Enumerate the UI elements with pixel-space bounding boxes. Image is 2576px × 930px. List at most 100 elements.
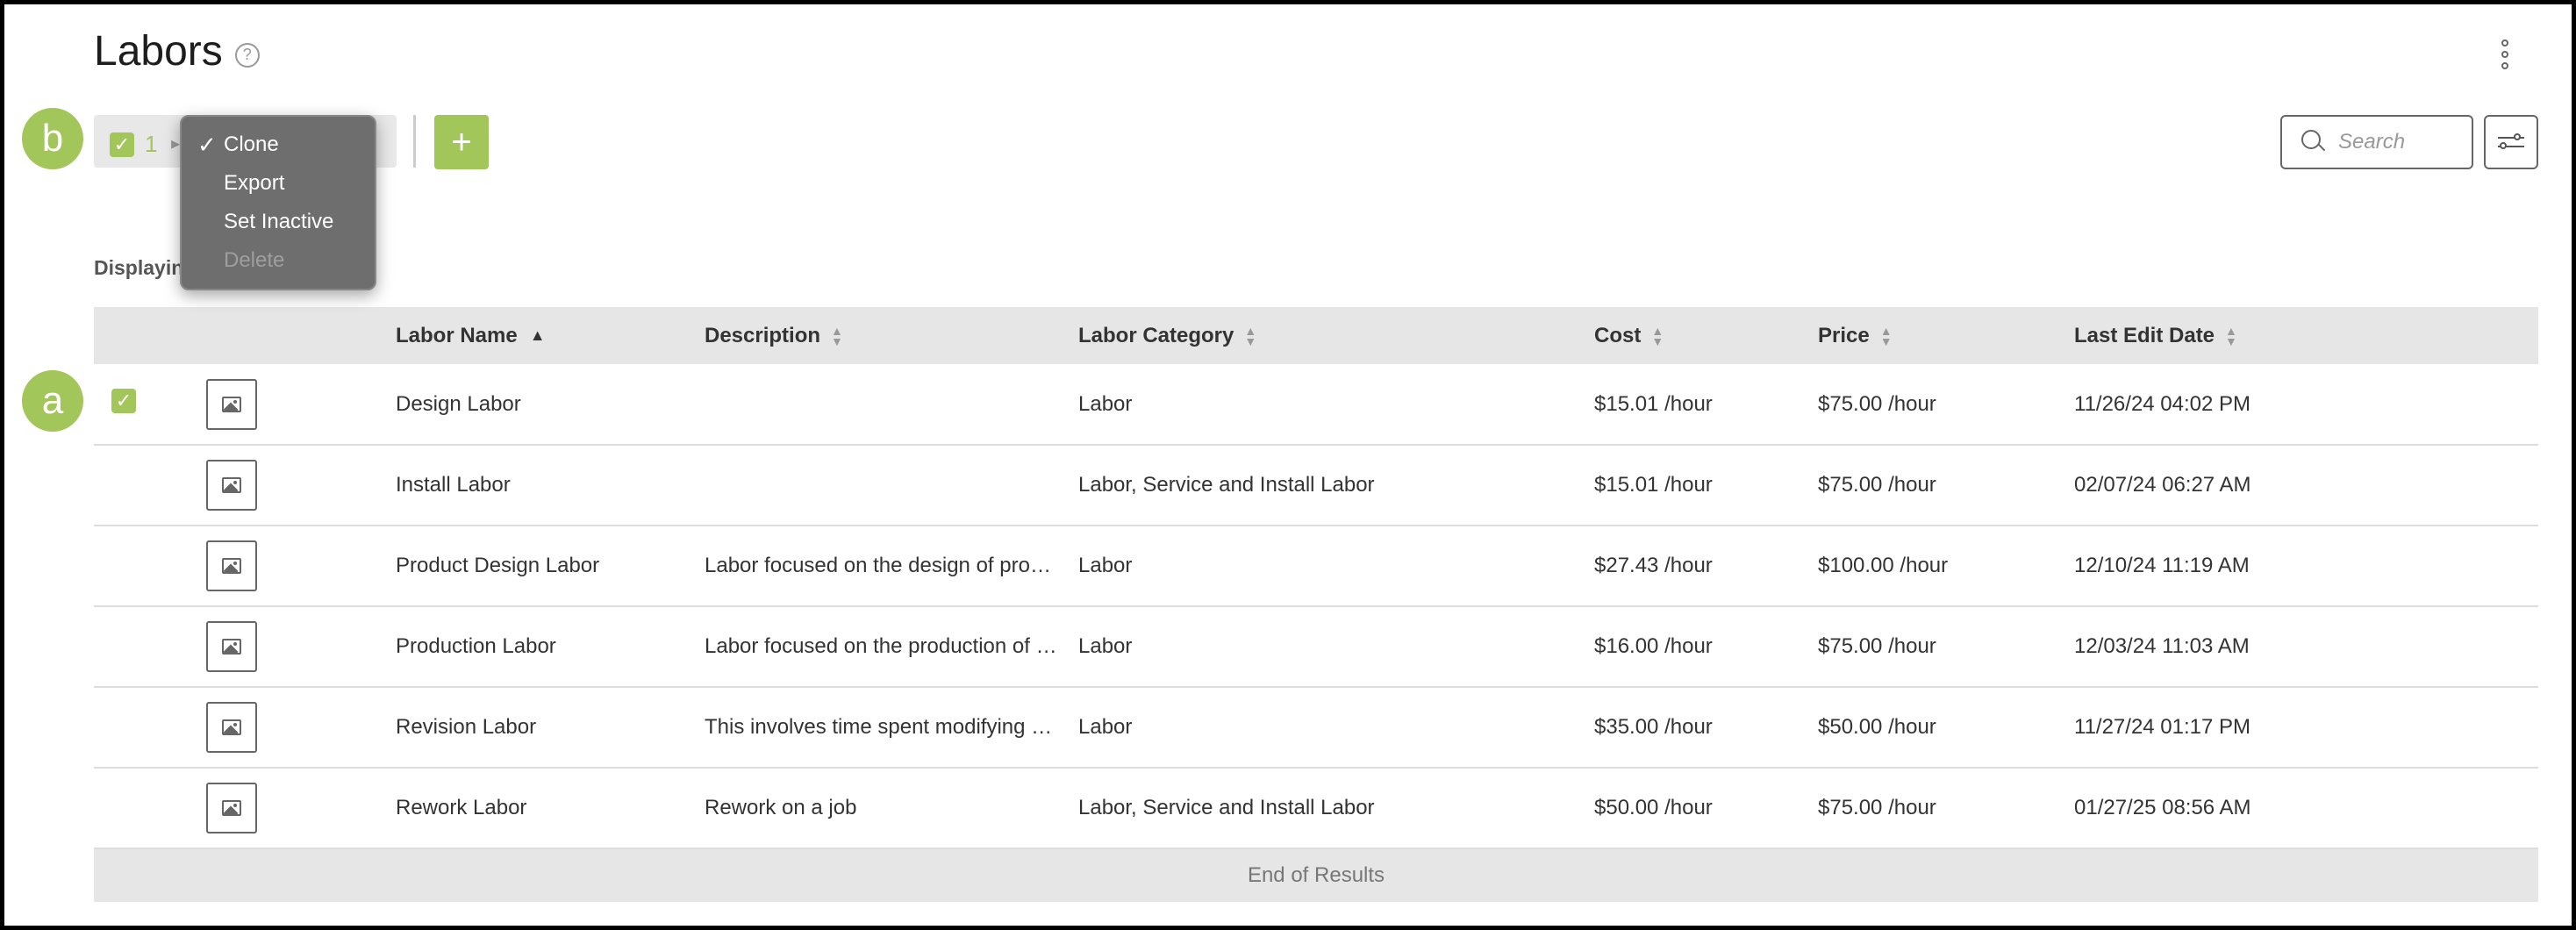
image-placeholder-icon[interactable] <box>206 621 257 672</box>
cell-name: Design Labor <box>396 364 705 445</box>
cell-text: 11/27/24 01:17 PM <box>2074 715 2251 739</box>
cell-category: Labor <box>1078 364 1594 445</box>
row-checkbox[interactable]: ✓ <box>111 388 136 413</box>
kebab-menu-icon[interactable] <box>2500 39 2510 69</box>
page-title-text: Labors <box>94 28 223 75</box>
column-header-description[interactable]: Description ▲ ▼ <box>705 307 1078 364</box>
filter-button[interactable] <box>2484 115 2538 169</box>
image-placeholder-icon[interactable] <box>206 540 257 591</box>
sort-icon[interactable]: ▲ ▼ <box>1880 325 1893 348</box>
image-placeholder-icon[interactable] <box>206 460 257 511</box>
row-select-cell[interactable] <box>94 526 206 606</box>
column-header-label: Price <box>1818 323 1870 347</box>
select-all-checkbox[interactable]: ✓ <box>110 132 134 157</box>
row-select-cell[interactable]: ✓ <box>94 364 206 445</box>
cell-date: 01/27/25 08:56 AM <box>2074 768 2538 848</box>
sort-icon[interactable]: ▲ ▼ <box>1651 325 1664 348</box>
menu-item-export[interactable]: Export <box>182 164 375 203</box>
table-row[interactable]: Revision Labor This involves time spent m… <box>94 687 2538 768</box>
cell-name: Production Labor <box>396 606 705 687</box>
cell-text: Revision Labor <box>396 715 537 739</box>
cell-text: Product Design Labor <box>396 554 600 577</box>
column-header-label: Labor Category <box>1078 323 1234 347</box>
sort-icon[interactable]: ▲ ▼ <box>1244 325 1256 348</box>
cell-description: Labor focused on the production of … <box>705 606 1078 687</box>
table-header-row: Labor Name ▲ Description ▲ ▼ Labor Category ▲ ▼… <box>94 307 2538 364</box>
cell-description <box>705 445 1078 526</box>
bulk-actions-menu: ✓ Clone Export Set Inactive Delete <box>180 115 376 290</box>
table-row[interactable]: Production Labor Labor focused on the pro… <box>94 606 2538 687</box>
column-header-label: Last Edit Date <box>2074 323 2215 347</box>
cell-cost: $15.01 /hour <box>1594 445 1818 526</box>
cell-price: $75.00 /hour <box>1818 606 2074 687</box>
menu-item-set-inactive[interactable]: Set Inactive <box>182 203 375 241</box>
cell-text: Labor focused on the design of prod… <box>705 554 1060 577</box>
cell-text: 12/03/24 11:03 AM <box>2074 634 2250 658</box>
annotation-marker-b: b <box>22 108 83 169</box>
help-icon[interactable]: ? <box>234 42 260 68</box>
cell-category: Labor, Service and Install Labor <box>1078 445 1594 526</box>
checkmark-icon: ✓ <box>197 132 217 158</box>
cell-description <box>705 364 1078 445</box>
sort-ascending-icon[interactable]: ▲ <box>530 326 546 344</box>
search-input[interactable] <box>2338 130 2461 154</box>
search-box[interactable] <box>2280 115 2473 169</box>
selected-count: 1 <box>145 131 158 157</box>
cell-text: $50.00 /hour <box>1818 715 1936 739</box>
cell-category: Labor <box>1078 687 1594 768</box>
cell-price: $50.00 /hour <box>1818 687 2074 768</box>
menu-item-label: Set Inactive <box>224 210 334 233</box>
column-header-labor-name[interactable]: Labor Name ▲ <box>396 307 705 364</box>
sort-icon[interactable]: ▲ ▼ <box>831 325 843 348</box>
filter-sliders-icon <box>2498 133 2524 140</box>
cell-text: 11/26/24 04:02 PM <box>2074 391 2251 416</box>
add-labor-button[interactable]: + <box>434 115 489 169</box>
cell-text: Rework Labor <box>396 796 527 819</box>
sort-icon[interactable]: ▲ ▼ <box>2225 325 2237 348</box>
column-header-last-edit-date[interactable]: Last Edit Date ▲ ▼ <box>2074 307 2538 364</box>
cell-text: $75.00 /hour <box>1818 391 1936 416</box>
cell-text: Production Labor <box>396 634 556 658</box>
table-row[interactable]: Product Design Labor Labor focused on the… <box>94 526 2538 606</box>
cell-description: Labor focused on the design of prod… <box>705 526 1078 606</box>
column-header-cost[interactable]: Cost ▲ ▼ <box>1594 307 1818 364</box>
cell-category: Labor, Service and Install Labor <box>1078 768 1594 848</box>
menu-item-label: Clone <box>224 132 279 156</box>
menu-item-clone[interactable]: ✓ Clone <box>182 125 375 164</box>
table-row[interactable]: Install Labor Labor, Service and Install … <box>94 445 2538 526</box>
cell-cost: $15.01 /hour <box>1594 364 1818 445</box>
cell-date: 11/27/24 01:17 PM <box>2074 687 2538 768</box>
row-select-cell[interactable] <box>94 445 206 526</box>
image-placeholder-icon[interactable] <box>206 783 257 833</box>
column-header-label: Cost <box>1594 323 1642 347</box>
column-header-price[interactable]: Price ▲ ▼ <box>1818 307 2074 364</box>
cell-text: $75.00 /hour <box>1818 473 1936 497</box>
page-title: Labors ? <box>94 27 260 75</box>
checkmark-icon: ✓ <box>115 389 132 411</box>
cell-text: $15.01 /hour <box>1594 391 1713 416</box>
row-select-cell[interactable] <box>94 606 206 687</box>
row-select-cell[interactable] <box>94 687 206 768</box>
cell-text: $16.00 /hour <box>1594 634 1713 658</box>
cell-category: Labor <box>1078 606 1594 687</box>
bulk-actions-caret-icon[interactable]: ▸ <box>171 132 180 154</box>
table-row[interactable]: Rework Labor Rework on a job Labor, Servic… <box>94 768 2538 848</box>
column-header-labor-category[interactable]: Labor Category ▲ ▼ <box>1078 307 1594 364</box>
cell-text: Labor <box>1078 715 1133 739</box>
cell-text: 12/10/24 11:19 AM <box>2074 554 2250 577</box>
image-placeholder-icon[interactable] <box>206 378 257 430</box>
cell-text: $27.43 /hour <box>1594 554 1713 577</box>
displaying-count-text: Displayin <box>94 256 184 279</box>
row-select-cell[interactable] <box>94 768 206 848</box>
image-placeholder-icon[interactable] <box>206 702 257 753</box>
menu-item-label: Export <box>224 171 285 195</box>
table-body: ✓ Design Labor Labor $15.01 /hour $75.00 /ho… <box>94 364 2538 848</box>
cell-name: Install Labor <box>396 445 705 526</box>
cell-date: 02/07/24 06:27 AM <box>2074 445 2538 526</box>
cell-cost: $35.00 /hour <box>1594 687 1818 768</box>
cell-name: Rework Labor <box>396 768 705 848</box>
table-row[interactable]: ✓ Design Labor Labor $15.01 /hour $75.00 /ho… <box>94 364 2538 445</box>
cell-text: Rework on a job <box>705 796 857 819</box>
cell-price: $75.00 /hour <box>1818 768 2074 848</box>
cell-text: Labor <box>1078 634 1133 658</box>
